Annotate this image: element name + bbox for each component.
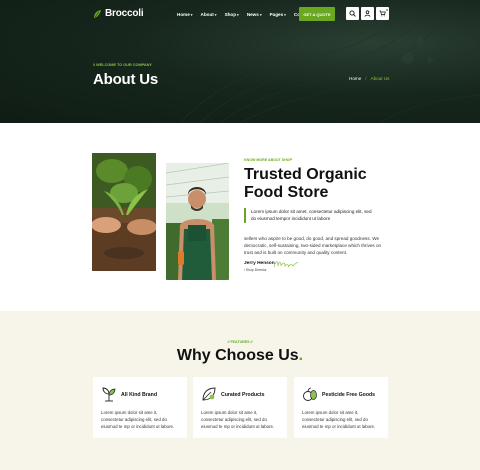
- hands-planting-photo: [92, 153, 156, 271]
- chevron-down-icon: ▾: [284, 12, 286, 17]
- why-kicker: // FEATURES //: [227, 340, 253, 344]
- vegetables-icon: [303, 387, 317, 401]
- signer-role: / Shop Director: [244, 268, 267, 272]
- account-button[interactable]: [361, 7, 374, 20]
- feature-card-text: Lorem ipsum dolor sit ame it, consectetu…: [101, 410, 175, 429]
- nav-label: Pages: [269, 12, 284, 17]
- feature-card-title: Curated Products: [221, 392, 265, 398]
- chevron-down-icon: ▾: [237, 12, 239, 17]
- feature-card: All Kind Brand Lorem ipsum dolor sit ame…: [93, 377, 187, 438]
- feature-card-title: Pesticide Free Goods: [322, 392, 376, 398]
- nav-label: Home: [177, 12, 190, 17]
- breadcrumb-separator: /: [365, 76, 367, 81]
- feature-card: Curated Products Lorem ipsum dolor sit a…: [193, 377, 287, 438]
- why-title: Why Choose Us.: [0, 347, 480, 365]
- about-body-text: sellers who aspire to be good, do good, …: [244, 236, 382, 255]
- feature-card-title: All Kind Brand: [121, 392, 158, 398]
- hero-subtitle: // WELCOME TO OUR COMPANY: [93, 63, 152, 67]
- breadcrumb: Home / About Us: [349, 76, 389, 81]
- farmer-portrait-photo: [166, 163, 229, 280]
- sprout-icon: [102, 387, 116, 402]
- nav-label: Shop: [224, 12, 237, 17]
- cart-icon: [379, 10, 386, 17]
- nav-item-shop[interactable]: Shop ▾: [225, 12, 239, 17]
- about-title: Trusted Organic Food Store: [244, 166, 367, 201]
- broccoli-logo-icon: [94, 9, 101, 18]
- user-icon: [364, 10, 371, 17]
- signer-name: Jerry Henson: [244, 261, 275, 266]
- leaf-icon: [202, 387, 216, 401]
- get-a-quote-button[interactable]: GET A QUOTE: [299, 7, 335, 21]
- chevron-down-icon: ▾: [259, 12, 262, 17]
- search-button[interactable]: [346, 7, 359, 20]
- breadcrumb-home-link[interactable]: Home: [349, 76, 361, 81]
- why-title-text: Why Choose Us: [176, 347, 299, 364]
- signature-image: [273, 261, 299, 268]
- nav-label: News: [246, 12, 259, 17]
- brand-logo[interactable]: Broccoli: [93, 8, 144, 19]
- search-icon: [349, 10, 356, 17]
- about-kicker: KNOW MORE ABOUT SHOP: [244, 158, 292, 162]
- why-choose-us-section: // FEATURES // Why Choose Us. All Kind B…: [0, 311, 480, 470]
- chevron-down-icon: ▾: [190, 12, 193, 17]
- cart-count-badge: 0: [386, 8, 388, 12]
- nav-item-about[interactable]: About ▾: [201, 12, 217, 17]
- why-title-dot: .: [298, 347, 304, 364]
- nav-item-news[interactable]: News ▾: [247, 12, 262, 17]
- breadcrumb-current: About Us: [370, 76, 390, 81]
- feature-card: Pesticide Free Goods Lorem ipsum dolor s…: [294, 377, 388, 438]
- main-nav: Home▾ About▾ Shop▾ News▾ Pages▾ Contact: [177, 12, 319, 17]
- quote-accent-bar: [244, 208, 246, 223]
- chevron-down-icon: ▾: [214, 12, 217, 17]
- cart-button[interactable]: 0: [376, 7, 389, 20]
- feature-card-text: Lorem ipsum dolor sit ame it, consectetu…: [302, 410, 376, 429]
- nav-label: About: [200, 12, 214, 17]
- hero-banner: Broccoli Home ▾ About ▾ Shop ▾ News ▾ Pages ▾…: [0, 0, 480, 123]
- brand-name: Broccoli: [105, 8, 144, 19]
- page-title: About Us: [93, 71, 159, 88]
- feature-card-text: Lorem ipsum dolor sit ame it, consectetu…: [201, 410, 275, 429]
- nav-item-pages[interactable]: Pages ▾: [270, 12, 286, 17]
- hero-background-pattern: [179, 0, 480, 123]
- about-quote: Lorem ipsum dolor sit amet, consectetur …: [251, 209, 372, 221]
- nav-item-home[interactable]: Home ▾: [177, 12, 193, 17]
